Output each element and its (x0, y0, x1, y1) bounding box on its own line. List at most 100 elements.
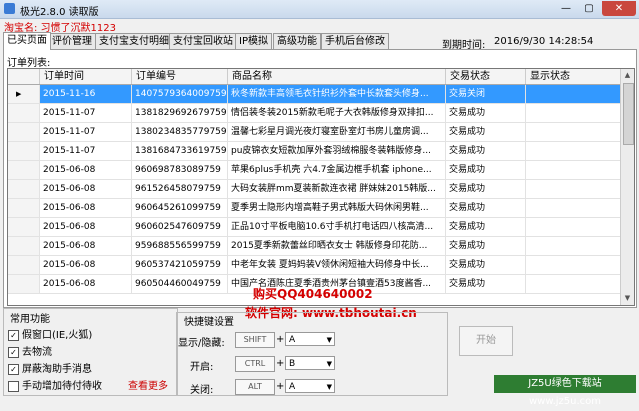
table-row[interactable]: 2015-11-07 1381684733619759 pu皮锦衣女短款加厚外套羽绒… (8, 142, 634, 161)
tab-mobile-backend[interactable]: 手机后台修改 (321, 33, 389, 49)
checkbox-box[interactable]: ✓ (8, 363, 19, 375)
cell-order-id: 1407579364009759 (132, 85, 228, 103)
close-key-select[interactable]: A ▼ (285, 379, 335, 393)
watermark-badge: JZ5U绿色下载站 www.jz5u.com (494, 375, 636, 407)
checkbox-manual-pending[interactable]: 手动增加待付待收 (8, 377, 102, 392)
checkbox-block-messages[interactable]: ✓ 屏蔽淘助手消息 (8, 360, 92, 375)
checkbox-fake-window[interactable]: ✓ 假窗口(IE,火狐) (8, 326, 92, 341)
checkbox-box[interactable]: ✓ (8, 346, 19, 358)
close-button[interactable]: ✕ (602, 1, 636, 16)
cell-order-time: 2015-06-08 (40, 275, 132, 293)
order-table[interactable]: 订单时间 订单编号 商品名称 交易状态 显示状态 ▶ 2015-11-16 1407… (7, 68, 635, 306)
row-header[interactable] (8, 275, 40, 293)
scroll-down-icon[interactable]: ▼ (621, 292, 634, 305)
tab-ip-simulation[interactable]: IP模拟 (235, 33, 272, 49)
tab-alipay-recycle[interactable]: 支付宝回收站 (169, 33, 237, 49)
cell-order-time: 2015-06-08 (40, 256, 132, 274)
table-row[interactable]: ▶ 2015-11-16 1407579364009759 秋冬新款丰高领毛衣针织衫外… (8, 85, 634, 104)
table-row[interactable]: 2015-11-07 1380234835779759 温馨七彩星月调光夜灯寝室卧室… (8, 123, 634, 142)
show-hide-label: 显示/隐藏: (178, 338, 225, 349)
cell-order-id: 959688556599759 (132, 237, 228, 255)
col-trade-status[interactable]: 交易状态 (446, 69, 526, 84)
cell-display-status (526, 199, 621, 217)
cell-display-status (526, 161, 621, 179)
show-hide-key-select[interactable]: A ▼ (285, 332, 335, 346)
cell-order-id: 961526458079759 (132, 180, 228, 198)
row-header[interactable] (8, 123, 40, 141)
cell-trade-status: 交易成功 (446, 256, 526, 274)
order-list-label: 订单列表: (7, 58, 51, 69)
cell-product-name: 2015夏季新款蕾丝印晒衣女士 韩版修身印花防... (228, 237, 446, 255)
close-modifier[interactable]: ALT (235, 379, 275, 395)
cell-order-time: 2015-06-08 (40, 237, 132, 255)
col-display-status[interactable]: 显示状态 (526, 69, 621, 84)
cell-display-status (526, 123, 621, 141)
table-row[interactable]: 2015-06-08 961526458079759 大码女装胖mm夏装新款连衣裙 … (8, 180, 634, 199)
row-header[interactable] (8, 161, 40, 179)
table-row[interactable]: 2015-06-08 960698783089759 苹果6plus手机壳 六4.7… (8, 161, 634, 180)
start-modifier[interactable]: CTRL (235, 356, 275, 372)
plus-sign: + (276, 358, 285, 369)
maximize-button[interactable]: ▢ (578, 1, 600, 16)
scroll-up-icon[interactable]: ▲ (621, 69, 634, 82)
table-row[interactable]: 2015-11-07 1381829692679759 情侣装冬装2015新款毛呢子… (8, 104, 634, 123)
tab-alipay-details[interactable]: 支付宝支付明细 (95, 33, 173, 49)
row-header[interactable]: ▶ (8, 85, 40, 103)
vertical-scrollbar[interactable]: ▲ ▼ (620, 69, 634, 305)
row-header[interactable] (8, 142, 40, 160)
table-row[interactable]: 2015-06-08 960645261099759 夏季男士隐形内增高鞋子男式韩版… (8, 199, 634, 218)
cell-product-name: pu皮锦衣女短款加厚外套羽绒棉服冬装韩版修身... (228, 142, 446, 160)
title-bar: 极光2.8.0 读取版 — ▢ ✕ (0, 0, 639, 19)
scroll-thumb[interactable] (623, 83, 634, 145)
common-options-title: 常用功能 (8, 310, 52, 325)
close-label: 关闭: (190, 385, 214, 396)
cell-product-name: 大码女装胖mm夏装新款连衣裙 胖妹妹2015韩版... (228, 180, 446, 198)
table-row[interactable]: 2015-06-08 959688556599759 2015夏季新款蕾丝印晒衣女士… (8, 237, 634, 256)
table-row[interactable]: 2015-06-08 960602547609759 正品10寸平板电脑10.6寸手… (8, 218, 634, 237)
cell-product-name: 正品10寸平板电脑10.6寸手机打电话四八核高清... (228, 218, 446, 236)
cell-product-name: 中老年女装 夏妈妈装V领休闲短袖大码修身中长... (228, 256, 446, 274)
minimize-button[interactable]: — (555, 1, 577, 16)
cell-order-time: 2015-06-08 (40, 199, 132, 217)
checkbox-box[interactable]: ✓ (8, 329, 19, 341)
tab-reviews[interactable]: 评价管理 (48, 33, 96, 49)
checkbox-no-logistics[interactable]: ✓ 去物流 (8, 343, 52, 358)
cell-display-status (526, 275, 621, 293)
cell-order-time: 2015-11-07 (40, 123, 132, 141)
checkbox-box[interactable] (8, 380, 19, 392)
cell-product-name: 苹果6plus手机壳 六4.7金属边框手机套 iphone... (228, 161, 446, 179)
row-header[interactable] (8, 218, 40, 236)
cell-order-id: 1381684733619759 (132, 142, 228, 160)
cell-order-id: 960537421059759 (132, 256, 228, 274)
chevron-down-icon: ▼ (326, 383, 332, 391)
row-header[interactable] (8, 180, 40, 198)
row-header[interactable] (8, 256, 40, 274)
row-header[interactable] (8, 199, 40, 217)
cell-trade-status: 交易成功 (446, 142, 526, 160)
col-order-id[interactable]: 订单编号 (132, 69, 228, 84)
start-key-select[interactable]: B ▼ (285, 356, 335, 370)
plus-sign: + (276, 381, 285, 392)
promo-qq: 购买QQ404640002 (253, 287, 373, 301)
col-order-time[interactable]: 订单时间 (40, 69, 132, 84)
row-header[interactable] (8, 104, 40, 122)
start-button[interactable]: 开始 (459, 326, 513, 356)
cell-display-status (526, 142, 621, 160)
show-hide-modifier[interactable]: SHIFT (235, 332, 275, 348)
cell-order-id: 960602547609759 (132, 218, 228, 236)
cell-trade-status: 交易关闭 (446, 85, 526, 103)
row-header[interactable] (8, 237, 40, 255)
see-more-link[interactable]: 查看更多 (128, 377, 168, 392)
cell-order-time: 2015-11-07 (40, 104, 132, 122)
chevron-down-icon: ▼ (326, 360, 332, 368)
cell-order-id: 1380234835779759 (132, 123, 228, 141)
plus-sign: + (276, 334, 285, 345)
table-header: 订单时间 订单编号 商品名称 交易状态 显示状态 (8, 69, 634, 85)
tab-advanced[interactable]: 高级功能 (273, 33, 321, 49)
col-product-name[interactable]: 商品名称 (228, 69, 446, 84)
cell-order-time: 2015-11-16 (40, 85, 132, 103)
table-row[interactable]: 2015-06-08 960537421059759 中老年女装 夏妈妈装V领休闲短… (8, 256, 634, 275)
tab-purchased[interactable]: 已买页面 (3, 32, 51, 50)
cell-order-id: 1381829692679759 (132, 104, 228, 122)
chevron-down-icon: ▼ (326, 336, 332, 344)
